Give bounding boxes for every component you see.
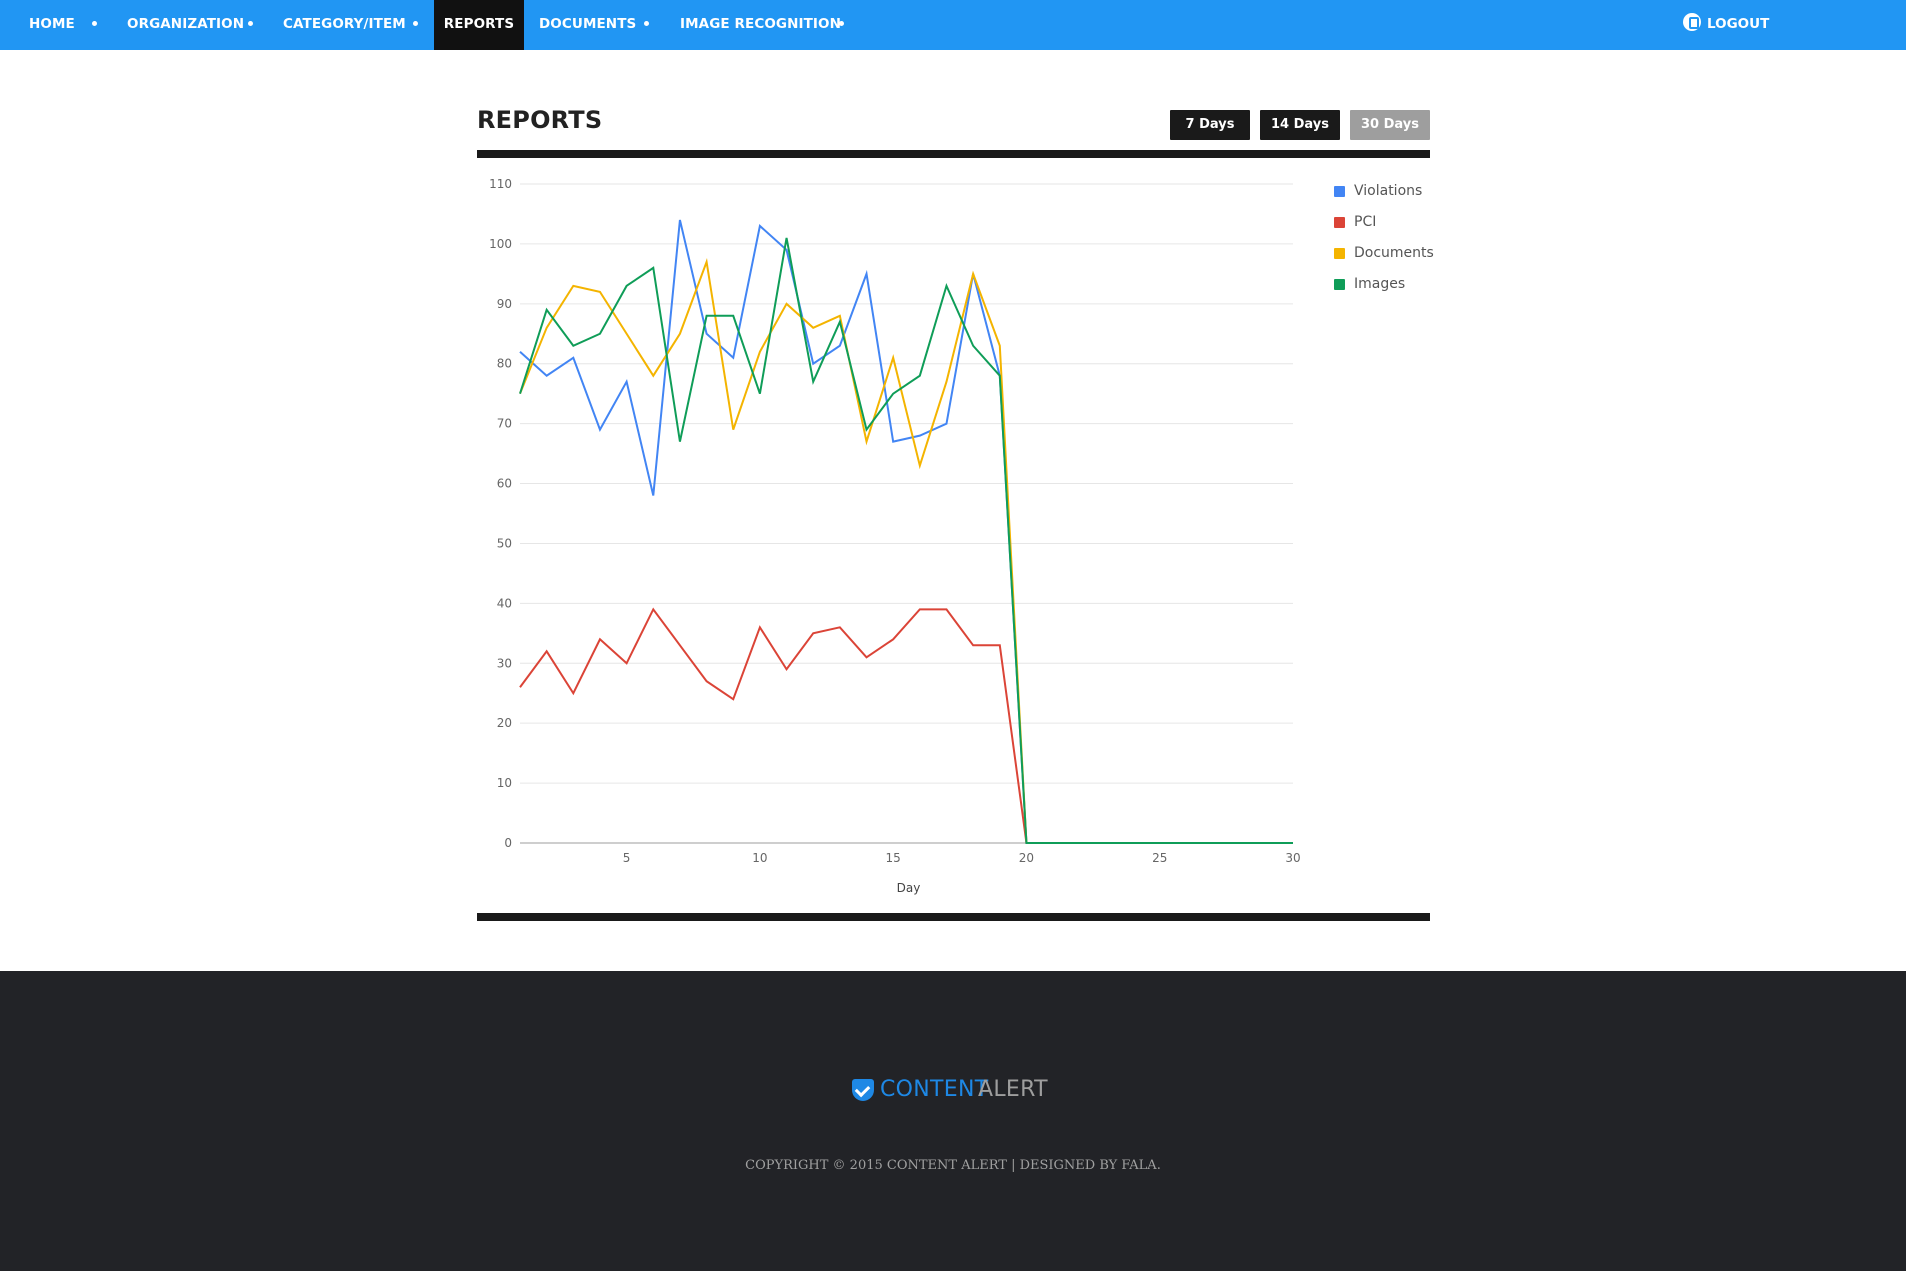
nav-item-image-recognition[interactable]: IMAGE RECOGNITION — [665, 0, 856, 50]
y-tick-label: 80 — [497, 357, 512, 371]
range-14-days-button[interactable]: 14 Days — [1260, 110, 1340, 140]
nav-separator — [92, 21, 97, 26]
y-tick-label: 100 — [489, 237, 512, 251]
y-tick-label: 60 — [497, 477, 512, 491]
x-tick-label: 25 — [1152, 851, 1167, 865]
y-tick-label: 10 — [497, 776, 512, 790]
legend-label-pci: PCI — [1354, 214, 1377, 230]
series-line-pci — [519, 607, 1293, 844]
logo-text-content: CONTENT — [880, 1077, 989, 1102]
x-tick-label: 30 — [1285, 851, 1300, 865]
chart-bottom-divider — [477, 913, 1430, 921]
nav-separator — [248, 21, 253, 26]
legend-label-violations: Violations — [1354, 183, 1423, 199]
logo-text-alert: ALERT — [978, 1077, 1048, 1102]
legend-swatch-images — [1334, 279, 1345, 290]
legend-label-images: Images — [1354, 276, 1406, 292]
nav-item-category-item[interactable]: CATEGORY/ITEM — [268, 0, 421, 50]
y-tick-label: 30 — [497, 656, 512, 670]
y-tick-label: 50 — [497, 536, 512, 550]
y-tick-label: 70 — [497, 417, 512, 431]
x-tick-label: 10 — [752, 851, 767, 865]
page-title: REPORTS — [477, 106, 603, 134]
logout-label: LOGOUT — [1707, 16, 1770, 32]
series-line-documents — [519, 257, 1293, 844]
series-line-violations — [519, 219, 1293, 844]
y-tick-label: 40 — [497, 596, 512, 610]
shield-check-icon — [852, 1079, 874, 1101]
reports-line-chart: 0 10 20 30 40 50 60 70 80 90 100 110 5 10 15 20 25 30 Day — [489, 177, 1300, 895]
nav-separator — [839, 21, 844, 26]
top-nav: HOME ORGANIZATION CATEGORY/ITEM REPORTS … — [0, 0, 1906, 50]
y-tick-label: 110 — [489, 177, 512, 191]
series-line-images — [519, 237, 1293, 844]
chart-top-divider — [477, 150, 1430, 158]
x-tick-label: 15 — [886, 851, 901, 865]
copyright-text: COPYRIGHT © 2015 CONTENT ALERT | DESIGNE… — [745, 1158, 1161, 1173]
nav-item-home[interactable]: HOME — [14, 0, 90, 50]
nav-separator — [644, 21, 649, 26]
y-tick-label: 90 — [497, 297, 512, 311]
nav-item-organization[interactable]: ORGANIZATION — [112, 0, 259, 50]
nav-separator — [413, 21, 418, 26]
power-icon — [1683, 13, 1701, 31]
y-tick-label: 20 — [497, 716, 512, 730]
x-tick-label: 20 — [1019, 851, 1034, 865]
x-axis-title: Day — [897, 881, 921, 895]
legend-swatch-pci — [1334, 217, 1345, 228]
y-tick-label: 0 — [504, 836, 512, 850]
footer — [0, 971, 1906, 1271]
legend-swatch-violations — [1334, 186, 1345, 197]
range-7-days-button[interactable]: 7 Days — [1170, 110, 1250, 140]
legend-swatch-documents — [1334, 248, 1345, 259]
x-tick-label: 5 — [623, 851, 631, 865]
range-30-days-button[interactable]: 30 Days — [1350, 110, 1430, 140]
nav-item-documents[interactable]: DOCUMENTS — [524, 0, 651, 50]
nav-item-reports[interactable]: REPORTS — [434, 0, 524, 50]
logout-button[interactable]: LOGOUT — [1683, 0, 1769, 50]
legend-label-documents: Documents — [1354, 245, 1434, 261]
